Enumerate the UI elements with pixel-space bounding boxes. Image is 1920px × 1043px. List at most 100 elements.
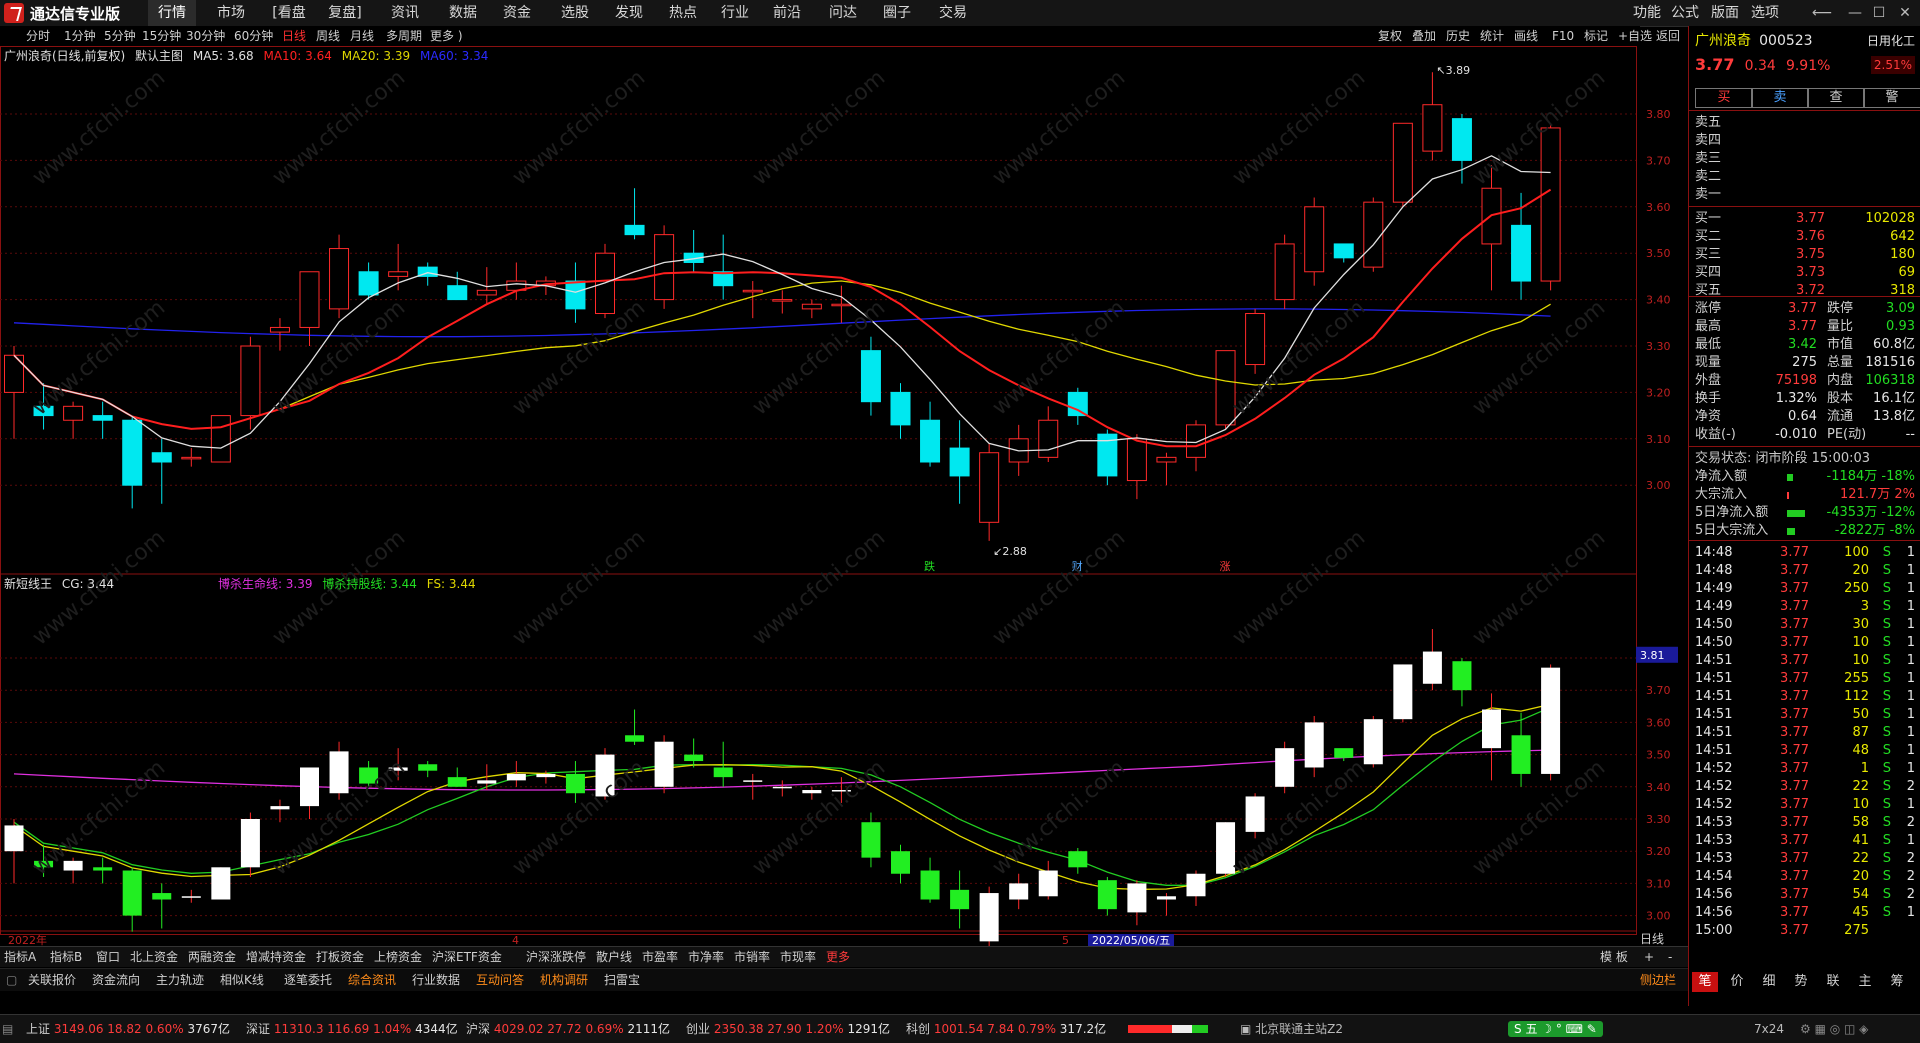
indicator-tab-9[interactable]: 沪深涨跌停 <box>526 949 586 965</box>
period-2[interactable]: 5分钟 <box>104 28 136 44</box>
server-status[interactable]: ▣ 北京联通主站Z2 <box>1240 1021 1343 1037</box>
maximize-icon[interactable]: ☐ <box>1870 4 1888 22</box>
menu-9[interactable]: 热点 <box>660 0 706 26</box>
index-kc[interactable]: 科创 1001.54 7.84 0.79% 317.2亿 <box>906 1021 1106 1037</box>
indicator-tab-1[interactable]: 指标B <box>50 949 82 965</box>
period-6[interactable]: 日线 <box>282 28 306 44</box>
quote-tab-2[interactable]: 细 <box>1756 972 1782 992</box>
tool-0[interactable]: 复权 <box>1378 28 1402 44</box>
indicator-tab-right-1[interactable]: + <box>1644 949 1654 965</box>
quote-tab-0[interactable]: 笔 <box>1692 972 1718 992</box>
indicator-tab-right-0[interactable]: 模 板 <box>1600 949 1628 965</box>
tool-1[interactable]: 叠加 <box>1412 28 1436 44</box>
indicator-tab-8[interactable]: 沪深ETF资金 <box>432 949 502 965</box>
indicator-tab-right-2[interactable]: - <box>1668 949 1672 965</box>
menu-12[interactable]: 问达 <box>820 0 866 26</box>
info-tab-6[interactable]: 行业数据 <box>412 972 460 988</box>
tool-3[interactable]: 统计 <box>1480 28 1504 44</box>
info-tab-0[interactable]: 关联报价 <box>28 972 76 988</box>
period-7[interactable]: 周线 <box>316 28 340 44</box>
tool-7[interactable]: +自选 <box>1618 28 1652 44</box>
indicator-tab-4[interactable]: 两融资金 <box>188 949 236 965</box>
index-cy[interactable]: 创业 2350.38 27.90 1.20% 1291亿 <box>686 1021 890 1037</box>
menu-8[interactable]: 发现 <box>606 0 652 26</box>
menu-right-3[interactable]: 选项 <box>1746 0 1784 26</box>
trade-button-3[interactable]: 警 <box>1863 88 1920 108</box>
status-tools[interactable]: ⚙ ▦ ◎ ◫ ◈ <box>1800 1021 1868 1037</box>
period-9[interactable]: 多周期 <box>386 28 422 44</box>
info-tab-5[interactable]: 综合资讯 <box>348 972 396 988</box>
tool-2[interactable]: 历史 <box>1446 28 1470 44</box>
period-4[interactable]: 30分钟 <box>186 28 225 44</box>
menu-5[interactable]: 数据 <box>440 0 486 26</box>
quote-tab-3[interactable]: 势 <box>1788 972 1814 992</box>
menu-right-2[interactable]: 版面 <box>1706 0 1744 26</box>
menu-1[interactable]: 市场 <box>208 0 254 26</box>
indicator-tab-12[interactable]: 市净率 <box>688 949 724 965</box>
info-tab-7[interactable]: 互动问答 <box>476 972 524 988</box>
tool-8[interactable]: 返回 <box>1656 28 1680 44</box>
tick-price: 3.77 <box>1780 635 1809 650</box>
back-icon[interactable]: ⟵ <box>1812 4 1832 22</box>
industry-label[interactable]: 日用化工 <box>1867 32 1915 50</box>
tick-price: 3.77 <box>1780 581 1809 596</box>
period-5[interactable]: 60分钟 <box>234 28 273 44</box>
menu-11[interactable]: 前沿 <box>764 0 810 26</box>
system-icon[interactable]: ▤ <box>2 1021 13 1037</box>
minimize-icon[interactable]: — <box>1846 4 1864 22</box>
tool-5[interactable]: F10 <box>1552 28 1574 44</box>
close-icon[interactable]: ✕ <box>1896 4 1914 22</box>
indicator-tab-5[interactable]: 增减持资金 <box>246 949 306 965</box>
menu-13[interactable]: 圈子 <box>874 0 920 26</box>
info-tab-8[interactable]: 机构调研 <box>540 972 588 988</box>
indicator-tab-3[interactable]: 北上资金 <box>130 949 178 965</box>
menu-10[interactable]: 行业 <box>712 0 758 26</box>
sidebar-toggle[interactable]: 侧边栏 <box>1640 972 1676 988</box>
info-tab-3[interactable]: 相似K线 <box>220 972 264 988</box>
period-1[interactable]: 1分钟 <box>64 28 96 44</box>
info-tab-4[interactable]: 逐笔委托 <box>284 972 332 988</box>
quote-tab-5[interactable]: 主 <box>1852 972 1878 992</box>
trade-button-2[interactable]: 查 <box>1807 88 1865 108</box>
quote-tab-6[interactable]: 筹 <box>1884 972 1910 992</box>
indicator-tab-7[interactable]: 上榜资金 <box>374 949 422 965</box>
period-0[interactable]: 分时 <box>26 28 50 44</box>
info-tab-menu-icon[interactable]: ▢ <box>6 972 17 988</box>
tool-4[interactable]: 画线 <box>1514 28 1538 44</box>
index-hs[interactable]: 沪深 4029.02 27.72 0.69% 2111亿 <box>466 1021 670 1037</box>
menu-6[interactable]: 资金 <box>494 0 540 26</box>
indicator-tab-2[interactable]: 窗口 <box>96 949 120 965</box>
trade-button-0[interactable]: 买 <box>1695 88 1753 108</box>
menu-7[interactable]: 选股 <box>552 0 598 26</box>
ime-indicator[interactable]: S 五 ☽ ° ⌨ ✎ <box>1508 1021 1603 1037</box>
menu-3[interactable]: 复盘] <box>322 0 368 26</box>
info-tab-9[interactable]: 扫雷宝 <box>604 972 640 988</box>
indicator-tab-10[interactable]: 散户线 <box>596 949 632 965</box>
indicator-tab-0[interactable]: 指标A <box>4 949 36 965</box>
info-tab-1[interactable]: 资金流向 <box>92 972 140 988</box>
period-10[interactable]: 更多 ) <box>430 28 463 44</box>
period-3[interactable]: 15分钟 <box>142 28 181 44</box>
info-tab-2[interactable]: 主力轨迹 <box>156 972 204 988</box>
tool-6[interactable]: 标记 <box>1584 28 1608 44</box>
menu-right-1[interactable]: 公式 <box>1666 0 1704 26</box>
menu-right-0[interactable]: 功能 <box>1628 0 1666 26</box>
quote-tab-4[interactable]: 联 <box>1820 972 1846 992</box>
indicator-tab-14[interactable]: 市现率 <box>780 949 816 965</box>
template-dropdown[interactable]: 默认主图 <box>135 49 183 63</box>
trade-button-1[interactable]: 卖 <box>1751 88 1809 108</box>
period-8[interactable]: 月线 <box>350 28 374 44</box>
menu-14[interactable]: 交易 <box>930 0 976 26</box>
menu-4[interactable]: 资讯 <box>382 0 428 26</box>
index-sz[interactable]: 深证 11310.3 116.69 1.04% 4344亿 <box>246 1021 458 1037</box>
indicator-tab-11[interactable]: 市盈率 <box>642 949 678 965</box>
kline-chart[interactable]: 3.803.703.603.503.403.303.203.103.003.80… <box>0 46 1688 946</box>
indicator-tab-15[interactable]: 更多 <box>826 949 850 965</box>
indicator-tab-13[interactable]: 市销率 <box>734 949 770 965</box>
quote-tab-1[interactable]: 价 <box>1724 972 1750 992</box>
indicator-name[interactable]: 新短线王 <box>4 577 52 591</box>
indicator-tab-6[interactable]: 打板资金 <box>316 949 364 965</box>
menu-0[interactable]: 行情 <box>148 0 196 26</box>
index-sh[interactable]: 上证 3149.06 18.82 0.60% 3767亿 <box>26 1021 230 1037</box>
menu-2[interactable]: [看盘 <box>266 0 312 26</box>
